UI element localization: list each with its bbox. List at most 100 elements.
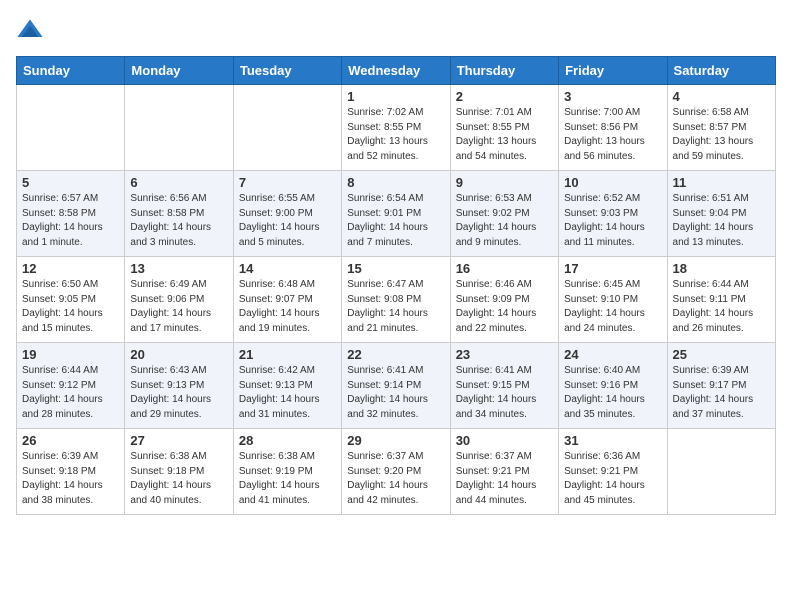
day-number: 31 [564,433,661,448]
calendar-cell: 9 Sunrise: 6:53 AMSunset: 9:02 PMDaylight… [450,171,558,257]
calendar-cell: 17 Sunrise: 6:45 AMSunset: 9:10 PMDayligh… [559,257,667,343]
calendar-cell: 31 Sunrise: 6:36 AMSunset: 9:21 PMDayligh… [559,429,667,515]
day-number: 9 [456,175,553,190]
calendar-cell: 13 Sunrise: 6:49 AMSunset: 9:06 PMDayligh… [125,257,233,343]
day-info: Sunrise: 6:38 AMSunset: 9:18 PMDaylight:… [130,450,227,508]
calendar-cell: 7 Sunrise: 6:55 AMSunset: 9:00 PMDaylight… [233,171,341,257]
calendar-cell: 26 Sunrise: 6:39 AMSunset: 9:18 PMDayligh… [17,429,125,515]
day-number: 21 [239,347,336,362]
day-number: 7 [239,175,336,190]
calendar-week-row: 19 Sunrise: 6:44 AMSunset: 9:12 PMDayligh… [17,343,776,429]
day-info: Sunrise: 7:00 AMSunset: 8:56 PMDaylight:… [564,106,661,164]
calendar-cell: 2 Sunrise: 7:01 AMSunset: 8:55 PMDaylight… [450,85,558,171]
day-info: Sunrise: 6:52 AMSunset: 9:03 PMDaylight:… [564,192,661,250]
day-of-week-header: Wednesday [342,57,450,85]
calendar-cell [17,85,125,171]
day-info: Sunrise: 6:36 AMSunset: 9:21 PMDaylight:… [564,450,661,508]
day-number: 30 [456,433,553,448]
calendar-cell: 18 Sunrise: 6:44 AMSunset: 9:11 PMDayligh… [667,257,775,343]
day-info: Sunrise: 6:44 AMSunset: 9:12 PMDaylight:… [22,364,119,422]
day-number: 18 [673,261,770,276]
header [16,16,776,44]
day-number: 23 [456,347,553,362]
day-info: Sunrise: 7:02 AMSunset: 8:55 PMDaylight:… [347,106,444,164]
calendar-cell: 8 Sunrise: 6:54 AMSunset: 9:01 PMDaylight… [342,171,450,257]
calendar-cell: 25 Sunrise: 6:39 AMSunset: 9:17 PMDayligh… [667,343,775,429]
calendar-cell: 30 Sunrise: 6:37 AMSunset: 9:21 PMDayligh… [450,429,558,515]
day-info: Sunrise: 6:44 AMSunset: 9:11 PMDaylight:… [673,278,770,336]
calendar-week-row: 26 Sunrise: 6:39 AMSunset: 9:18 PMDayligh… [17,429,776,515]
day-number: 10 [564,175,661,190]
day-number: 4 [673,89,770,104]
day-info: Sunrise: 6:46 AMSunset: 9:09 PMDaylight:… [456,278,553,336]
day-info: Sunrise: 6:41 AMSunset: 9:14 PMDaylight:… [347,364,444,422]
calendar-cell: 15Sunrise: 6:47 AMSunset: 9:08 PMDayligh… [342,257,450,343]
day-number: 2 [456,89,553,104]
calendar-cell: 14 Sunrise: 6:48 AMSunset: 9:07 PMDayligh… [233,257,341,343]
day-number: 11 [673,175,770,190]
day-info: Sunrise: 6:48 AMSunset: 9:07 PMDaylight:… [239,278,336,336]
day-number: 24 [564,347,661,362]
day-number: 12 [22,261,119,276]
calendar-week-row: 1 Sunrise: 7:02 AMSunset: 8:55 PMDaylight… [17,85,776,171]
calendar-cell: 11 Sunrise: 6:51 AMSunset: 9:04 PMDayligh… [667,171,775,257]
calendar-cell [125,85,233,171]
calendar-cell: 21 Sunrise: 6:42 AMSunset: 9:13 PMDayligh… [233,343,341,429]
day-info: Sunrise: 6:55 AMSunset: 9:00 PMDaylight:… [239,192,336,250]
calendar-cell [667,429,775,515]
day-info: Sunrise: 6:50 AMSunset: 9:05 PMDaylight:… [22,278,119,336]
day-info: Sunrise: 6:53 AMSunset: 9:02 PMDaylight:… [456,192,553,250]
day-info: Sunrise: 6:37 AMSunset: 9:21 PMDaylight:… [456,450,553,508]
calendar-cell: 27 Sunrise: 6:38 AMSunset: 9:18 PMDayligh… [125,429,233,515]
day-number: 6 [130,175,227,190]
day-info: Sunrise: 6:41 AMSunset: 9:15 PMDaylight:… [456,364,553,422]
day-info: Sunrise: 6:56 AMSunset: 8:58 PMDaylight:… [130,192,227,250]
day-of-week-header: Tuesday [233,57,341,85]
day-info: Sunrise: 6:38 AMSunset: 9:19 PMDaylight:… [239,450,336,508]
day-number: 22 [347,347,444,362]
day-number: 8 [347,175,444,190]
calendar-cell: 20Sunrise: 6:43 AMSunset: 9:13 PMDayligh… [125,343,233,429]
calendar-cell: 5 Sunrise: 6:57 AMSunset: 8:58 PMDaylight… [17,171,125,257]
day-number: 13 [130,261,227,276]
day-of-week-header: Monday [125,57,233,85]
calendar-cell: 23 Sunrise: 6:41 AMSunset: 9:15 PMDayligh… [450,343,558,429]
day-info: Sunrise: 6:42 AMSunset: 9:13 PMDaylight:… [239,364,336,422]
calendar-cell: 19 Sunrise: 6:44 AMSunset: 9:12 PMDayligh… [17,343,125,429]
day-info: Sunrise: 7:01 AMSunset: 8:55 PMDaylight:… [456,106,553,164]
day-number: 25 [673,347,770,362]
calendar-cell: 24 Sunrise: 6:40 AMSunset: 9:16 PMDayligh… [559,343,667,429]
day-info: Sunrise: 6:49 AMSunset: 9:06 PMDaylight:… [130,278,227,336]
day-info: Sunrise: 6:51 AMSunset: 9:04 PMDaylight:… [673,192,770,250]
day-number: 28 [239,433,336,448]
day-number: 20 [130,347,227,362]
day-number: 15 [347,261,444,276]
day-info: Sunrise: 6:45 AMSunset: 9:10 PMDaylight:… [564,278,661,336]
day-number: 14 [239,261,336,276]
day-info: Sunrise: 6:37 AMSunset: 9:20 PMDaylight:… [347,450,444,508]
day-number: 27 [130,433,227,448]
day-of-week-header: Thursday [450,57,558,85]
calendar-cell: 28 Sunrise: 6:38 AMSunset: 9:19 PMDayligh… [233,429,341,515]
calendar-cell: 6 Sunrise: 6:56 AMSunset: 8:58 PMDaylight… [125,171,233,257]
calendar-week-row: 12 Sunrise: 6:50 AMSunset: 9:05 PMDayligh… [17,257,776,343]
day-number: 29 [347,433,444,448]
day-number: 17 [564,261,661,276]
day-info: Sunrise: 6:39 AMSunset: 9:18 PMDaylight:… [22,450,119,508]
calendar-header-row: SundayMondayTuesdayWednesdayThursdayFrid… [17,57,776,85]
logo-icon [16,16,44,44]
day-of-week-header: Saturday [667,57,775,85]
calendar-cell [233,85,341,171]
calendar-cell: 10 Sunrise: 6:52 AMSunset: 9:03 PMDayligh… [559,171,667,257]
day-number: 19 [22,347,119,362]
day-number: 5 [22,175,119,190]
day-of-week-header: Sunday [17,57,125,85]
day-of-week-header: Friday [559,57,667,85]
day-number: 26 [22,433,119,448]
day-info: Sunrise: 6:40 AMSunset: 9:16 PMDaylight:… [564,364,661,422]
day-info: Sunrise: 6:39 AMSunset: 9:17 PMDaylight:… [673,364,770,422]
day-number: 16 [456,261,553,276]
day-info: Sunrise: 6:54 AMSunset: 9:01 PMDaylight:… [347,192,444,250]
day-number: 1 [347,89,444,104]
day-info: Sunrise: 6:57 AMSunset: 8:58 PMDaylight:… [22,192,119,250]
